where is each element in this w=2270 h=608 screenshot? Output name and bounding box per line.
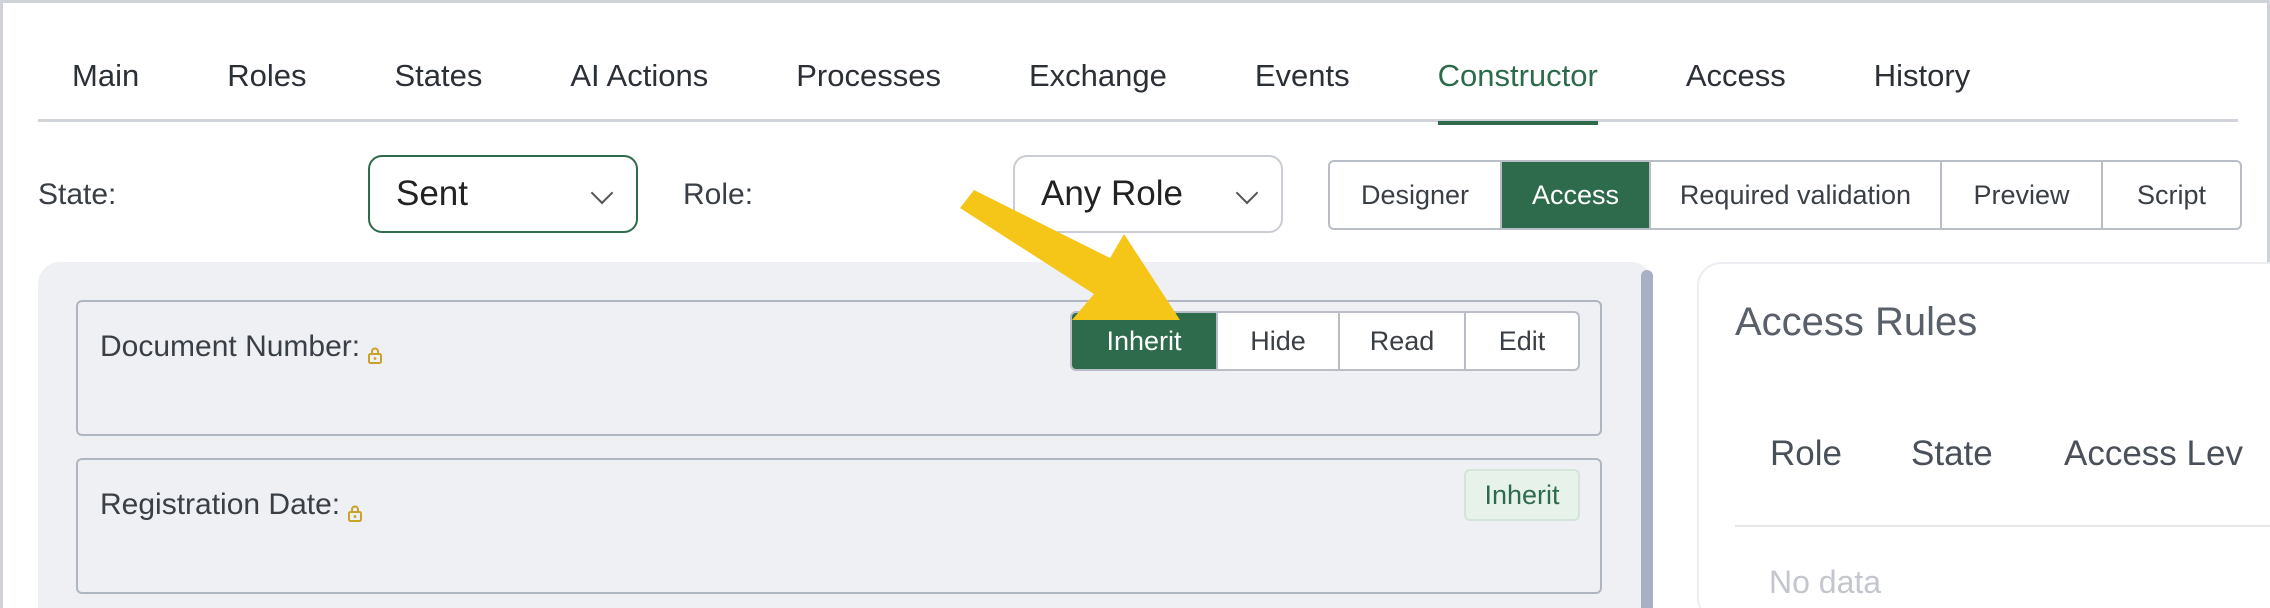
field-document-number: Document Number: Inherit Hide Read Edit — [76, 300, 1602, 436]
field-label-text: Document Number: — [100, 330, 361, 363]
access-rules-card: Access Rules Role State Access Lev No da… — [1697, 262, 2270, 608]
lock-icon — [366, 338, 384, 364]
access-level-badge[interactable]: Inherit — [1464, 469, 1580, 521]
annotation-arrow-icon — [960, 190, 1180, 320]
access-rules-title: Access Rules — [1735, 300, 1978, 344]
access-edit-button[interactable]: Edit — [1466, 313, 1578, 369]
tab-bar: Main Roles States AI Actions Processes E… — [38, 52, 2238, 125]
mode-designer-button[interactable]: Designer — [1330, 162, 1502, 228]
mode-required-validation-button[interactable]: Required validation — [1651, 162, 1942, 228]
tab-history[interactable]: History — [1874, 52, 1970, 122]
table-divider — [1735, 525, 2270, 527]
field-label: Document Number: — [100, 330, 384, 364]
role-label: Role: — [683, 178, 754, 211]
tab-exchange[interactable]: Exchange — [1029, 52, 1167, 122]
tab-states[interactable]: States — [394, 52, 482, 122]
state-label: State: — [38, 178, 117, 211]
tab-access[interactable]: Access — [1686, 52, 1786, 122]
mode-script-button[interactable]: Script — [2103, 162, 2240, 228]
column-header-state[interactable]: State — [1911, 434, 1993, 474]
tab-events[interactable]: Events — [1255, 52, 1350, 122]
mode-switcher: Designer Access Required validation Prev… — [1328, 160, 2242, 230]
empty-state-text: No data — [1769, 564, 1882, 600]
tab-processes[interactable]: Processes — [796, 52, 941, 122]
chevron-down-icon — [590, 181, 614, 205]
access-read-button[interactable]: Read — [1340, 313, 1466, 369]
tab-main[interactable]: Main — [72, 52, 139, 122]
lock-icon — [346, 496, 364, 522]
panel-scrollbar[interactable] — [1641, 270, 1653, 608]
column-header-access-level[interactable]: Access Lev — [2064, 434, 2243, 474]
field-label: Registration Date: — [100, 488, 364, 522]
tab-constructor[interactable]: Constructor — [1437, 52, 1599, 125]
field-registration-date: Registration Date: Inherit — [76, 458, 1602, 594]
mode-access-button[interactable]: Access — [1502, 162, 1651, 228]
field-label-text: Registration Date: — [100, 488, 341, 521]
column-header-role[interactable]: Role — [1770, 434, 1842, 474]
mode-preview-button[interactable]: Preview — [1942, 162, 2103, 228]
state-select[interactable]: Sent — [368, 155, 638, 233]
state-select-value: Sent — [396, 174, 468, 213]
tab-roles[interactable]: Roles — [227, 52, 306, 122]
tab-ai-actions[interactable]: AI Actions — [570, 52, 708, 122]
